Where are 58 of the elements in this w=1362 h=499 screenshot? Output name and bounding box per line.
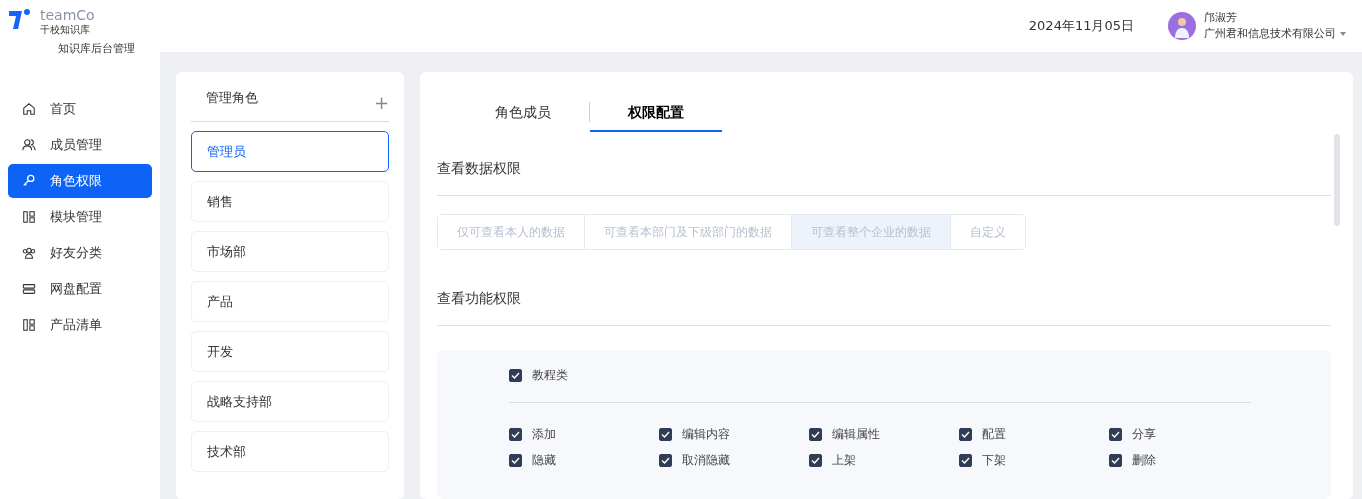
sidebar-item[interactable]: 成员管理 (8, 128, 152, 162)
sidebar-item[interactable]: 产品清单 (8, 308, 152, 342)
sidebar-item[interactable]: 好友分类 (8, 236, 152, 270)
avatar (1168, 12, 1196, 40)
checkbox[interactable]: 教程类 (509, 366, 1259, 384)
users-icon (22, 138, 36, 152)
sidebar-item[interactable]: 网盘配置 (8, 272, 152, 306)
sidebar-item[interactable]: 首页 (8, 92, 152, 126)
checkbox[interactable]: 删除 (1109, 451, 1259, 469)
check-icon (961, 430, 970, 438)
tab[interactable]: 角色成员 (457, 94, 589, 132)
checkbox[interactable]: 下架 (959, 451, 1109, 469)
check-icon (1111, 456, 1120, 464)
date-text: 2024年11月05日 (1028, 17, 1134, 36)
role-item[interactable]: 技术部 (191, 431, 389, 472)
check-icon (511, 430, 520, 438)
sidebar-item[interactable]: 角色权限 (8, 164, 152, 198)
check-icon (511, 371, 520, 379)
layout-icon (22, 210, 36, 224)
role-item[interactable]: 战略支持部 (191, 381, 389, 422)
role-item[interactable]: 销售 (191, 181, 389, 222)
caret-icon (1340, 32, 1346, 37)
checkbox[interactable]: 配置 (959, 425, 1109, 443)
scrollbar[interactable] (1334, 134, 1340, 226)
check-icon (511, 456, 520, 464)
company-dropdown[interactable]: 广州君和信息技术有限公司 (1204, 26, 1346, 43)
panel-title: 管理角色 (206, 89, 258, 107)
key-icon (22, 174, 36, 188)
checkbox[interactable]: 编辑属性 (809, 425, 959, 443)
check-icon (811, 430, 820, 438)
section-title: 查看功能权限 (437, 250, 1331, 326)
check-icon (661, 430, 670, 438)
checkbox[interactable]: 编辑内容 (659, 425, 809, 443)
role-item[interactable]: 市场部 (191, 231, 389, 272)
add-button[interactable]: + (373, 84, 389, 121)
layout-icon (22, 318, 36, 332)
app-title: 知识库后台管理 (58, 41, 136, 57)
checkbox[interactable]: 上架 (809, 451, 959, 469)
role-item[interactable]: 产品 (191, 281, 389, 322)
group-icon (22, 246, 36, 260)
storage-icon (22, 282, 36, 296)
checkbox[interactable]: 分享 (1109, 425, 1259, 443)
tab[interactable]: 权限配置 (590, 94, 722, 132)
section-title: 查看数据权限 (437, 132, 1331, 196)
home-icon (22, 102, 36, 116)
check-icon (811, 456, 820, 464)
checkbox[interactable]: 隐藏 (509, 451, 659, 469)
check-icon (661, 456, 670, 464)
user-name: 邝淑芳 (1204, 9, 1238, 26)
check-icon (1111, 430, 1120, 438)
check-icon (961, 456, 970, 464)
brand-name: teamCo (40, 8, 95, 22)
role-item[interactable]: 开发 (191, 331, 389, 372)
checkbox[interactable]: 添加 (509, 425, 659, 443)
brand-subtitle: 千校知识库 (40, 23, 91, 37)
sidebar-item[interactable]: 模块管理 (8, 200, 152, 234)
role-item[interactable]: 管理员 (191, 131, 389, 172)
checkbox[interactable]: 取消隐藏 (659, 451, 809, 469)
